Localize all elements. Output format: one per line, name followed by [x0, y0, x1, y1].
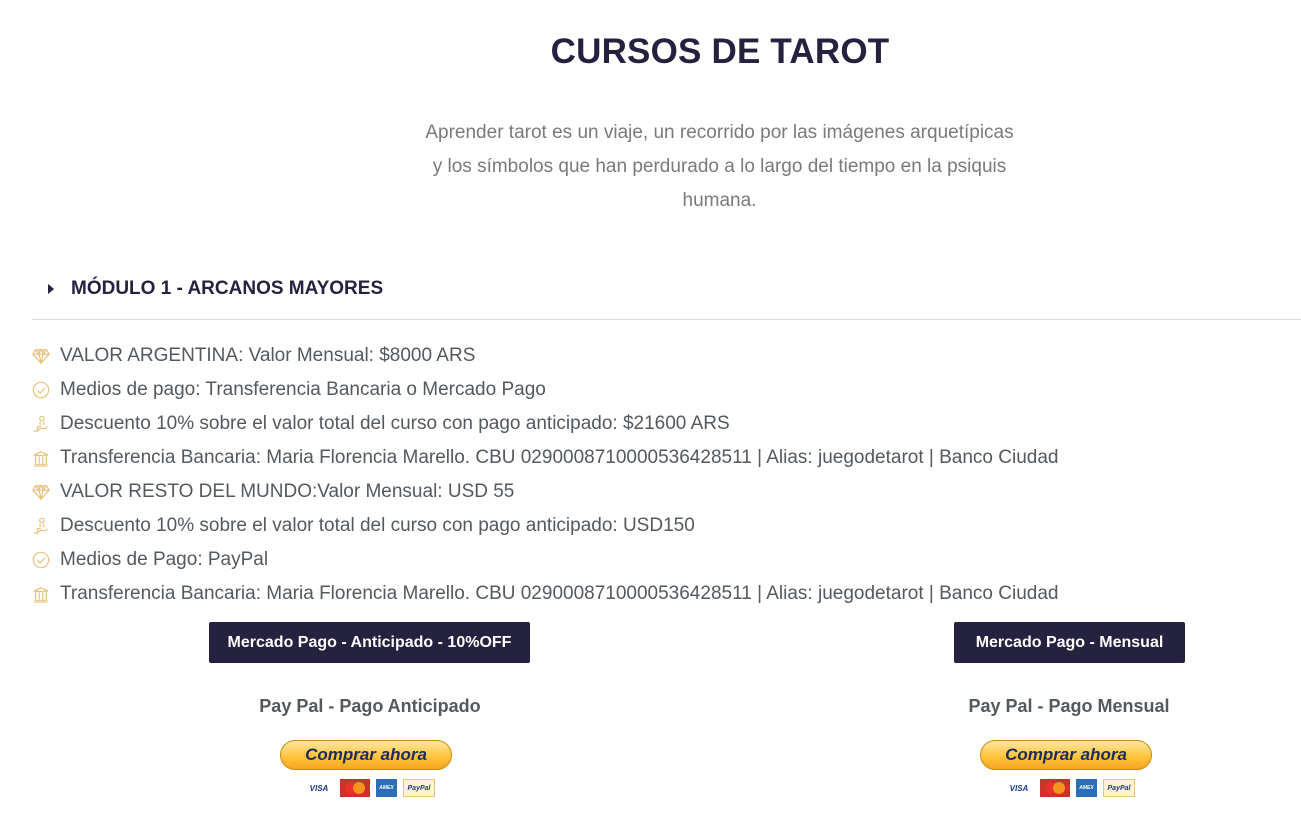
list-item: VALOR ARGENTINA: Valor Mensual: $8000 AR…: [31, 339, 1058, 373]
list-item: Descuento 10% sobre el valor total del c…: [31, 509, 1058, 543]
bank-icon: [31, 449, 50, 468]
list-item: VALOR RESTO DEL MUNDO:Valor Mensual: USD…: [31, 475, 1058, 509]
list-item-text: VALOR ARGENTINA: Valor Mensual: $8000 AR…: [60, 345, 476, 366]
mercado-pago-mensual-button[interactable]: Mercado Pago - Mensual: [954, 622, 1185, 663]
list-item-text: Medios de pago: Transferencia Bancaria o…: [60, 379, 546, 400]
amex-card-icon: AMEX: [1076, 779, 1097, 797]
hand-coins-icon: [31, 415, 50, 434]
amex-card-icon: AMEX: [376, 779, 397, 797]
list-item-text: VALOR RESTO DEL MUNDO:Valor Mensual: USD…: [60, 481, 515, 502]
list-item-text: Descuento 10% sobre el valor total del c…: [60, 413, 730, 434]
intro-paragraph: Aprender tarot es un viaje, un recorrido…: [425, 122, 1014, 211]
mastercard-card-icon: [1040, 779, 1070, 797]
check-circle-icon: [31, 551, 50, 570]
list-item-text: Medios de Pago: PayPal: [60, 549, 269, 570]
paypal-card-icon: PayPal: [403, 779, 435, 797]
price-info-list: VALOR ARGENTINA: Valor Mensual: $8000 AR…: [31, 339, 1058, 611]
paypal-mensual-label: Pay Pal - Pago Mensual: [968, 696, 1170, 716]
paypal-buy-now-anticipado-button[interactable]: Comprar ahora: [280, 740, 452, 770]
accordion-module-1-header[interactable]: MÓDULO 1 - ARCANOS MAYORES: [48, 278, 383, 300]
list-item: Medios de Pago: PayPal: [31, 543, 1058, 577]
check-circle-icon: [31, 381, 50, 400]
list-item: Descuento 10% sobre el valor total del c…: [31, 407, 1058, 441]
diamond-icon: [31, 483, 50, 502]
caret-right-icon: [48, 284, 54, 294]
bank-icon: [31, 585, 50, 604]
list-item-text: Descuento 10% sobre el valor total del c…: [60, 515, 695, 536]
card-logos: VISA AMEX PayPal: [1004, 779, 1135, 797]
page-title: CURSOS DE TAROT: [550, 32, 890, 71]
list-item: Transferencia Bancaria: Maria Florencia …: [31, 577, 1058, 611]
diamond-icon: [31, 347, 50, 366]
list-item: Transferencia Bancaria: Maria Florencia …: [31, 441, 1058, 475]
card-logos: VISA AMEX PayPal: [304, 779, 435, 797]
list-item: Medios de pago: Transferencia Bancaria o…: [31, 373, 1058, 407]
mastercard-card-icon: [340, 779, 370, 797]
mercado-pago-anticipado-button[interactable]: Mercado Pago - Anticipado - 10%OFF: [209, 622, 530, 663]
accordion-divider: [32, 319, 1301, 320]
paypal-anticipado-label: Pay Pal - Pago Anticipado: [259, 696, 481, 716]
paypal-card-icon: PayPal: [1103, 779, 1135, 797]
visa-card-icon: VISA: [1009, 783, 1029, 793]
list-item-text: Transferencia Bancaria: Maria Florencia …: [60, 583, 1059, 604]
hand-coins-icon: [31, 517, 50, 536]
visa-card-icon: VISA: [309, 783, 329, 793]
list-item-text: Transferencia Bancaria: Maria Florencia …: [60, 447, 1059, 468]
paypal-buy-now-mensual-button[interactable]: Comprar ahora: [980, 740, 1152, 770]
accordion-title: MÓDULO 1 - ARCANOS MAYORES: [71, 278, 384, 299]
